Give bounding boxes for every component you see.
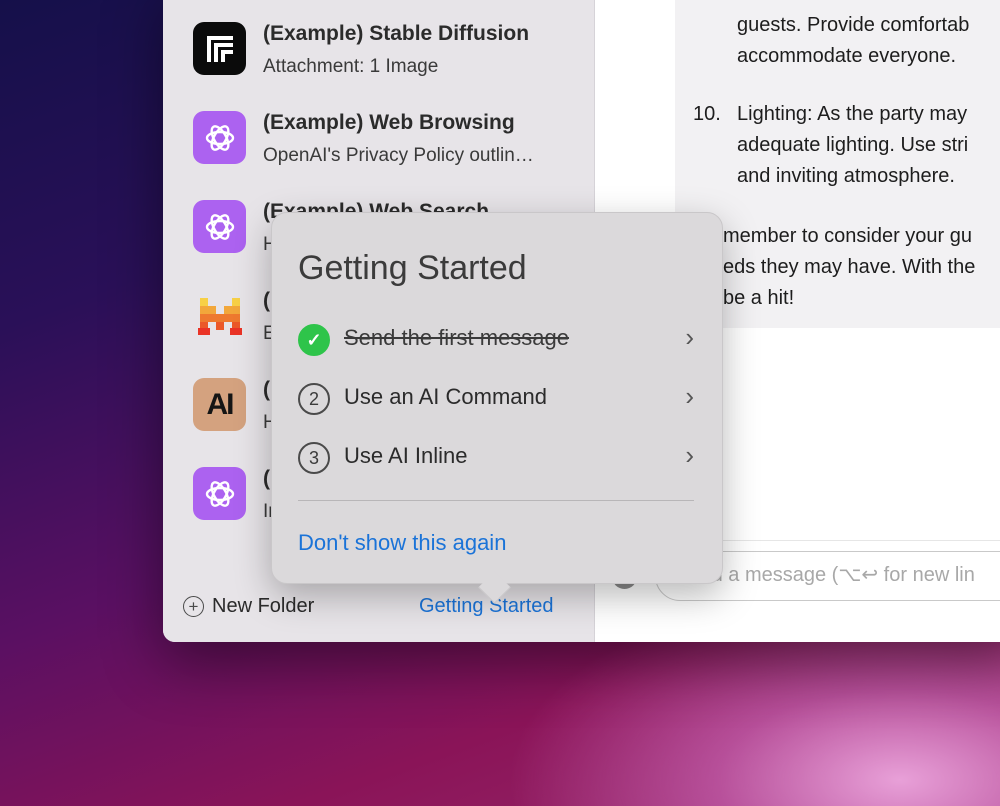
new-folder-label: New Folder bbox=[212, 595, 315, 617]
list-number: 10. bbox=[693, 103, 721, 125]
step-label: Send the first message bbox=[344, 325, 570, 350]
step-use-ai-command[interactable]: 2 Use an AI Command › bbox=[298, 379, 694, 419]
message-text: guests. Provide comfortab bbox=[737, 14, 970, 36]
message-text: member to consider your gu bbox=[723, 225, 973, 247]
step-use-ai-inline[interactable]: 3 Use AI Inline › bbox=[298, 438, 694, 478]
openai-logo-icon bbox=[193, 111, 246, 164]
sidebar-footer: + New Folder Getting Started bbox=[163, 595, 594, 635]
step-number-badge: 2 bbox=[298, 383, 330, 415]
assistant-message: guests. Provide comfortab accommodate ev… bbox=[675, 0, 1000, 328]
chat-title: (Example) Stable Diffusion bbox=[263, 22, 530, 45]
plus-circle-icon: + bbox=[183, 596, 204, 617]
message-text: accommodate everyone. bbox=[737, 45, 957, 67]
message-text: and inviting atmosphere. bbox=[737, 165, 955, 187]
step-number-badge: 3 bbox=[298, 442, 330, 474]
stable-diffusion-logo-icon bbox=[193, 22, 246, 75]
chat-subtitle: OpenAI's Privacy Policy outlin… bbox=[263, 145, 534, 166]
chat-title: (Example) Web Browsing bbox=[263, 111, 515, 134]
chat-item-stable-diffusion[interactable]: (Example) Stable Diffusion Attachment: 1… bbox=[163, 22, 594, 102]
chat-title: ( bbox=[263, 289, 270, 312]
message-text: eds they may have. With the bbox=[723, 256, 976, 278]
checkmark-icon: ✓ bbox=[298, 324, 330, 356]
chat-item-web-browsing[interactable]: (Example) Web Browsing OpenAI's Privacy … bbox=[163, 111, 594, 191]
anthropic-logo-icon: AI bbox=[193, 378, 246, 431]
step-send-first-message[interactable]: ✓ Send the first message › bbox=[298, 320, 694, 360]
step-label: Use AI Inline bbox=[344, 443, 468, 468]
message-text: Lighting: As the party may bbox=[737, 103, 968, 125]
step-label: Use an AI Command bbox=[344, 384, 547, 409]
getting-started-link[interactable]: Getting Started bbox=[419, 595, 554, 618]
openai-logo-icon bbox=[193, 200, 246, 253]
chat-title: ( bbox=[263, 378, 270, 401]
chat-subtitle: Attachment: 1 Image bbox=[263, 56, 439, 77]
message-text: adequate lighting. Use stri bbox=[737, 134, 969, 156]
new-folder-button[interactable]: + New Folder bbox=[183, 595, 314, 618]
message-text: be a hit! bbox=[723, 287, 795, 309]
popover-title: Getting Started bbox=[298, 249, 527, 287]
getting-started-popover: Getting Started ✓ Send the first message… bbox=[271, 212, 723, 604]
mistral-logo-icon bbox=[193, 289, 246, 342]
divider bbox=[298, 500, 694, 501]
openai-logo-icon bbox=[193, 467, 246, 520]
chevron-right-icon: › bbox=[685, 381, 694, 411]
chevron-right-icon: › bbox=[685, 322, 694, 352]
dont-show-again-link[interactable]: Don't show this again bbox=[298, 530, 506, 556]
chat-title: ( bbox=[263, 467, 270, 490]
chevron-right-icon: › bbox=[685, 440, 694, 470]
